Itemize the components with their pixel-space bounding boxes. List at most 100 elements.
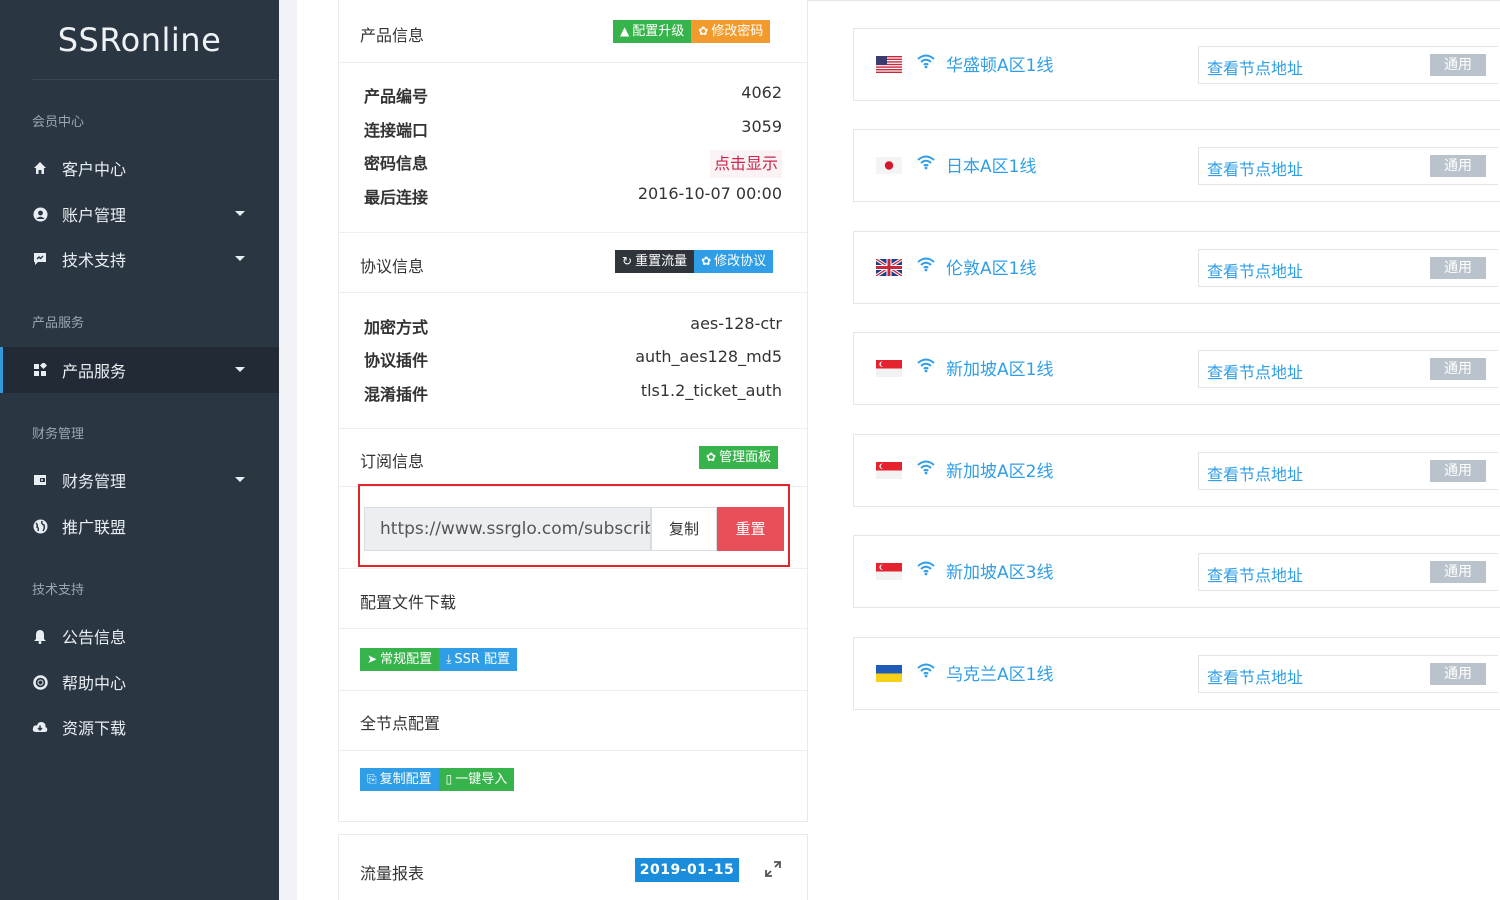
subscription-highlight: https://www.ssrglo.com/subscribe 复制 重置 [358,484,790,567]
password-label: 密码信息 [364,154,429,173]
ssr-config-button[interactable]: ⤓ SSR 配置 [439,648,518,671]
last-connect-label: 最后连接 [364,188,429,207]
gear-icon: ✿ [698,24,709,38]
wifi-icon [917,459,935,477]
node-name[interactable]: 新加坡A区1线 [946,355,1053,380]
sidebar-item-label: 帮助中心 [62,674,127,693]
encryption-label: 加密方式 [364,318,429,337]
view-node-address-link[interactable]: 查看节点地址 [1207,461,1303,485]
reset-traffic-label: 重置流量 [635,254,688,269]
flag-gb-icon [876,259,902,276]
lifebuoy-icon [32,674,48,690]
manage-panel-button[interactable]: ✿ 管理面板 [699,446,779,469]
protocol-actions: ↻ 重置流量 ✿ 修改协议 [615,250,774,273]
product-info-title: 产品信息 [360,26,425,45]
view-node-address-link[interactable]: 查看节点地址 [1207,258,1303,282]
node-type-badge: 通用 [1430,663,1486,685]
copy-icon: ⎘ [367,772,377,786]
sidebar-item-label: 技术支持 [62,251,127,270]
all-nodes-body: ⎘ 复制配置 ▯ 一键导入 [339,751,807,821]
sidebar-item-announcements[interactable]: 公告信息 [0,613,279,659]
sidebar-item-account[interactable]: 账户管理 [0,191,279,237]
view-node-address-link[interactable]: 查看节点地址 [1207,55,1303,79]
obfs-plugin-label: 混淆插件 [364,385,429,404]
top-divider [808,0,1500,1]
node-name[interactable]: 华盛顿A区1线 [946,51,1053,76]
node-name[interactable]: 乌克兰A区1线 [946,660,1053,685]
node-card: 新加坡A区2线 查看节点地址 通用 [853,434,1500,507]
wifi-icon [917,256,935,274]
chevron-down-icon [235,367,245,372]
sidebar-item-support[interactable]: 技术支持 [0,236,279,282]
traffic-date-badge[interactable]: 2019-01-15 [635,858,739,882]
node-card: 乌克兰A区1线 查看节点地址 通用 [853,637,1500,710]
node-name[interactable]: 新加坡A区3线 [946,558,1053,583]
flag-us-icon [876,56,902,73]
node-type-badge: 通用 [1430,460,1486,482]
view-node-address-link[interactable]: 查看节点地址 [1207,156,1303,180]
reset-traffic-button[interactable]: ↻ 重置流量 [615,250,695,273]
subscription-actions: ✿ 管理面板 [699,446,779,469]
subscription-header: 订阅信息 ✿ 管理面板 [339,429,807,487]
upgrade-button[interactable]: ▲ 配置升级 [613,20,692,43]
all-nodes-header: 全节点配置 [339,691,807,751]
all-nodes-title: 全节点配置 [360,714,441,733]
config-download-actions: ➤ 常规配置 ⤓ SSR 配置 [360,648,518,671]
gear-icon: ✿ [706,450,717,464]
refresh-icon: ↻ [622,254,633,268]
show-password-link[interactable]: 点击显示 [709,150,782,178]
subscription-url-input[interactable]: https://www.ssrglo.com/subscribe [364,507,651,551]
normal-config-button[interactable]: ➤ 常规配置 [360,648,440,671]
upgrade-label: 配置升级 [632,24,685,39]
node-card: 日本A区1线 查看节点地址 通用 [853,129,1500,202]
globe-icon [32,518,48,534]
copy-button[interactable]: 复制 [651,507,717,551]
node-address-box: 查看节点地址 通用 [1198,452,1498,490]
node-name[interactable]: 日本A区1线 [946,152,1036,177]
copy-config-button[interactable]: ⎘ 复制配置 [360,768,439,791]
port-value: 3059 [741,117,782,136]
sidebar-item-downloads[interactable]: 资源下载 [0,704,279,750]
expand-icon[interactable] [764,860,782,878]
traffic-report-title: 流量报表 [360,864,425,883]
sidebar-item-products[interactable]: 产品服务 [0,347,279,393]
subscription-title: 订阅信息 [360,452,425,471]
chevron-down-icon [235,211,245,216]
sidebar-item-help[interactable]: 帮助中心 [0,659,279,705]
node-name[interactable]: 伦敦A区1线 [946,254,1036,279]
reset-subscription-button[interactable]: 重置 [717,507,784,551]
node-address-box: 查看节点地址 通用 [1198,655,1498,693]
arrow-up-icon: ▲ [620,24,630,38]
wifi-icon [917,662,935,680]
node-card: 伦敦A区1线 查看节点地址 通用 [853,231,1500,304]
protocol-info-body: 加密方式 aes-128-ctr 协议插件 auth_aes128_md5 混淆… [339,293,807,429]
one-click-import-button[interactable]: ▯ 一键导入 [438,768,515,791]
sidebar-item-finance[interactable]: 财务管理 [0,457,279,503]
flag-sg-icon [876,563,902,580]
node-type-badge: 通用 [1430,54,1486,76]
view-node-address-link[interactable]: 查看节点地址 [1207,562,1303,586]
change-password-button[interactable]: ✿ 修改密码 [691,20,771,43]
node-name[interactable]: 新加坡A区2线 [946,457,1053,482]
wifi-icon [917,53,935,71]
view-node-address-link[interactable]: 查看节点地址 [1207,359,1303,383]
nav-section-finance: 财务管理 [32,427,85,442]
product-id-value: 4062 [741,83,782,102]
encryption-value: aes-128-ctr [690,314,782,333]
sidebar-item-client-center[interactable]: 客户中心 [0,145,279,191]
change-protocol-button[interactable]: ✿ 修改协议 [694,250,774,273]
protocol-plugin-value: auth_aes128_md5 [635,347,782,366]
sidebar-item-affiliate[interactable]: 推广联盟 [0,503,279,549]
protocol-info-header: 协议信息 ↻ 重置流量 ✿ 修改协议 [339,233,807,293]
config-download-title: 配置文件下载 [360,593,457,612]
node-address-box: 查看节点地址 通用 [1198,249,1498,287]
sidebar-item-label: 账户管理 [62,206,127,225]
wifi-icon [917,357,935,375]
brand-logo[interactable]: SSRonline [0,0,279,80]
node-type-badge: 通用 [1430,257,1486,279]
node-address-box: 查看节点地址 通用 [1198,147,1498,185]
one-click-import-label: 一键导入 [455,772,508,787]
sidebar-item-label: 客户中心 [62,160,127,179]
view-node-address-link[interactable]: 查看节点地址 [1207,664,1303,688]
config-download-header: 配置文件下载 [339,569,807,629]
